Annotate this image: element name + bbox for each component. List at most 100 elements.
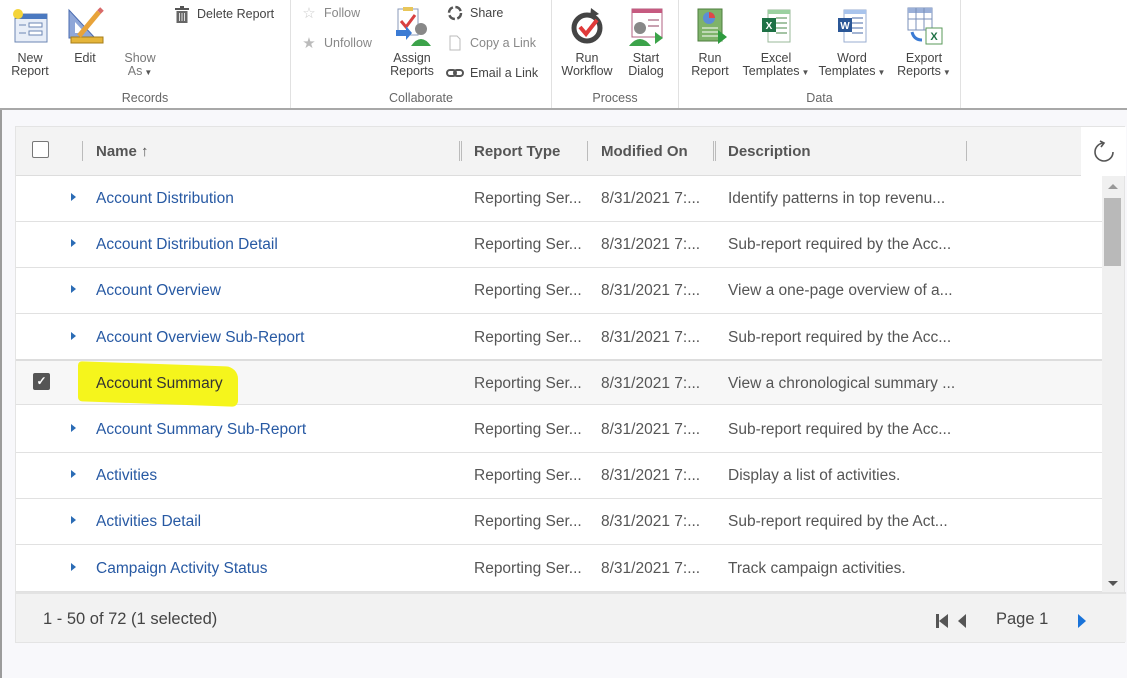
report-name-link[interactable]: Account Summary Sub-Report bbox=[96, 421, 306, 439]
start-dialog-button[interactable]: Start Dialog bbox=[618, 6, 674, 78]
table-row[interactable]: Campaign Activity Status Reporting Ser...… bbox=[16, 545, 1102, 592]
column-separator[interactable] bbox=[587, 141, 588, 161]
expand-row-icon[interactable] bbox=[71, 331, 76, 340]
column-header-report-type[interactable]: Report Type bbox=[474, 143, 560, 160]
follow-button[interactable]: ☆ Follow bbox=[300, 3, 360, 23]
svg-text:X: X bbox=[766, 21, 773, 32]
start-dialog-label-2: Dialog bbox=[628, 64, 664, 78]
column-separator[interactable] bbox=[459, 141, 462, 161]
expand-row-icon[interactable] bbox=[71, 562, 76, 571]
report-name-link[interactable]: Activities Detail bbox=[96, 513, 201, 531]
page-number: Page 1 bbox=[996, 610, 1049, 628]
grid-header: Name ↑ Report Type Modified On Descripti… bbox=[16, 127, 1126, 176]
description-cell: Sub-report required by the Acc... bbox=[728, 421, 952, 438]
column-separator[interactable] bbox=[966, 141, 967, 161]
expand-row-icon[interactable] bbox=[71, 424, 76, 432]
report-type-cell: Reporting Ser... bbox=[474, 328, 582, 346]
email-link-button[interactable]: Email a Link bbox=[446, 63, 538, 83]
select-all-checkbox[interactable] bbox=[32, 141, 49, 158]
trash-icon bbox=[173, 5, 191, 23]
data-group-label: Data bbox=[806, 91, 833, 105]
previous-page-button[interactable] bbox=[956, 613, 968, 634]
report-name-link[interactable]: Account Distribution Detail bbox=[96, 236, 278, 254]
report-type-cell: Reporting Ser... bbox=[474, 374, 582, 392]
table-row[interactable]: Account Overview Sub-Report Reporting Ser… bbox=[16, 314, 1102, 361]
modified-on-cell: 8/31/2021 7:... bbox=[601, 513, 701, 531]
delete-report-button[interactable]: Delete Report bbox=[173, 4, 274, 24]
scroll-down-arrow[interactable] bbox=[1108, 581, 1118, 586]
report-name-link[interactable]: Account Overview Sub-Report bbox=[96, 329, 304, 347]
modified-on-cell: 8/31/2021 7:... bbox=[601, 236, 701, 254]
export-reports-button[interactable]: X Export Reports ▼ bbox=[894, 6, 954, 79]
report-name-link[interactable]: Account Summary bbox=[96, 375, 223, 393]
scroll-up-arrow[interactable] bbox=[1108, 184, 1118, 189]
next-page-button[interactable] bbox=[1076, 613, 1088, 634]
description-cell: Track campaign activities. bbox=[728, 559, 906, 577]
process-group-label: Process bbox=[592, 91, 638, 105]
vertical-scrollbar[interactable] bbox=[1102, 176, 1124, 592]
table-row[interactable]: Account Distribution Detail Reporting Ser… bbox=[16, 222, 1102, 269]
word-templates-button[interactable]: W Word Templates ▼ bbox=[816, 6, 888, 79]
assign-reports-button[interactable]: Assign Reports bbox=[384, 6, 440, 78]
excel-templates-label-2: Templates bbox=[742, 64, 800, 78]
refresh-icon bbox=[1093, 139, 1114, 162]
report-type-cell: Reporting Ser... bbox=[474, 513, 582, 531]
column-separator[interactable] bbox=[713, 141, 716, 161]
report-name-link[interactable]: Account Distribution bbox=[96, 190, 234, 208]
table-row[interactable]: Activities Reporting Ser... 8/31/2021 7:..… bbox=[16, 453, 1102, 500]
report-name-link[interactable]: Campaign Activity Status bbox=[96, 560, 267, 578]
svg-text:X: X bbox=[930, 31, 938, 43]
run-workflow-button[interactable]: Run Workflow bbox=[559, 6, 615, 78]
report-name-link[interactable]: Account Overview bbox=[96, 282, 221, 300]
scroll-thumb[interactable] bbox=[1104, 198, 1121, 266]
ribbon-group-process: Run Workflow Start Dialog Process bbox=[552, 0, 679, 108]
email-link-label: Email a Link bbox=[470, 66, 539, 80]
expand-row-icon[interactable] bbox=[71, 193, 76, 201]
modified-on-cell: 8/31/2021 7:... bbox=[601, 467, 701, 485]
description-cell: Sub-report required by the Act... bbox=[728, 513, 948, 531]
expand-row-icon[interactable] bbox=[71, 239, 76, 248]
table-row[interactable]: Account Summary Sub-Report Reporting Ser.… bbox=[16, 407, 1102, 453]
first-page-icon bbox=[936, 614, 948, 628]
new-report-button[interactable]: New Report bbox=[2, 6, 58, 78]
column-header-name[interactable]: Name ↑ bbox=[96, 143, 149, 160]
expand-row-icon[interactable] bbox=[71, 285, 76, 294]
table-row[interactable]: Account Distribution Reporting Ser... 8/31… bbox=[16, 176, 1102, 222]
svg-text:W: W bbox=[840, 21, 850, 32]
report-name-link[interactable]: Activities bbox=[96, 467, 157, 485]
row-checkbox[interactable]: ✓ bbox=[33, 372, 50, 390]
table-row[interactable]: Account Overview Reporting Ser... 8/31/202… bbox=[16, 268, 1102, 315]
column-header-description[interactable]: Description bbox=[728, 143, 811, 160]
edit-button[interactable]: Edit bbox=[57, 6, 113, 65]
ribbon-group-data: Run Report X Excel Templates ▼ W Word Tem… bbox=[679, 0, 961, 108]
copy-link-button[interactable]: Copy a Link bbox=[446, 33, 536, 53]
export-reports-icon: X bbox=[904, 6, 944, 46]
ribbon-group-collaborate: ☆ Follow ★ Unfollow Assign Reports Share… bbox=[291, 0, 552, 108]
modified-on-cell: 8/31/2021 7:... bbox=[601, 421, 701, 438]
table-row[interactable]: Activities Detail Reporting Ser... 8/31/20… bbox=[16, 499, 1102, 546]
excel-templates-button[interactable]: X Excel Templates ▼ bbox=[740, 6, 812, 79]
show-as-button[interactable]: Show As ▼ bbox=[112, 52, 168, 79]
run-report-button[interactable]: Run Report bbox=[682, 6, 738, 78]
share-button[interactable]: Share bbox=[446, 3, 503, 23]
expand-row-icon[interactable] bbox=[71, 470, 76, 479]
unfollow-button[interactable]: ★ Unfollow bbox=[300, 33, 372, 53]
document-icon bbox=[446, 34, 464, 52]
new-report-label-2: Report bbox=[11, 64, 49, 78]
run-report-label-2: Report bbox=[691, 64, 729, 78]
share-label: Share bbox=[470, 6, 504, 20]
excel-icon: X bbox=[756, 6, 796, 46]
column-header-modified-on[interactable]: Modified On bbox=[601, 143, 688, 160]
run-report-icon bbox=[690, 6, 730, 46]
column-separator[interactable] bbox=[82, 141, 83, 161]
first-page-button[interactable] bbox=[934, 613, 950, 634]
modified-on-cell: 8/31/2021 7:... bbox=[601, 282, 701, 300]
table-row[interactable]: ✓ Account Summary Reporting Ser... 8/31/202… bbox=[16, 358, 1102, 407]
previous-page-icon bbox=[958, 614, 966, 628]
expand-row-icon[interactable] bbox=[71, 516, 76, 525]
refresh-button[interactable] bbox=[1081, 127, 1126, 176]
copy-link-label: Copy a Link bbox=[470, 36, 537, 50]
modified-on-cell: 8/31/2021 7:... bbox=[601, 559, 701, 577]
description-cell: View a one-page overview of a... bbox=[728, 282, 953, 300]
window-left-border bbox=[0, 110, 2, 678]
